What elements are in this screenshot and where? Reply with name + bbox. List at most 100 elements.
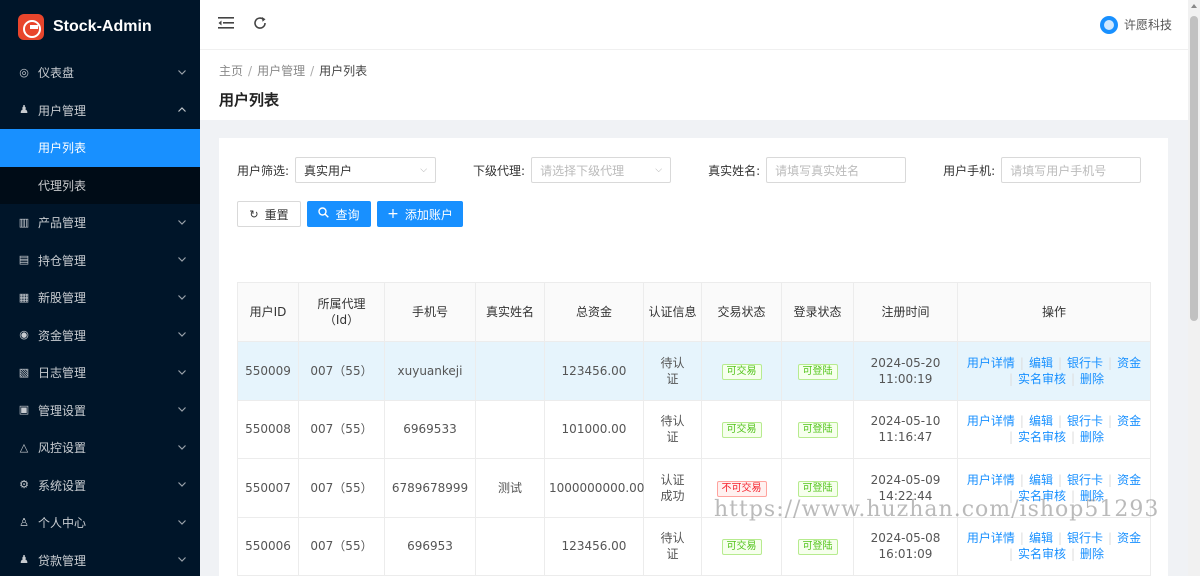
divider: | (1108, 355, 1113, 370)
table-header-row: 用户ID 所属代理（Id） 手机号 真实姓名 总资金 认证信息 交易状态 登录状态 注册时间 操作 (237, 282, 1151, 342)
bank-card-link[interactable]: 银行卡 (1067, 531, 1103, 545)
breadcrumb-user-management[interactable]: 用户管理 (257, 64, 305, 78)
delete-link[interactable]: 删除 (1080, 372, 1104, 386)
sidebar-item-2[interactable]: ▥ 产品管理 (0, 204, 200, 242)
edit-link[interactable]: 编辑 (1029, 414, 1053, 428)
divider: | (1019, 531, 1024, 546)
top-header: 许愿科技 (200, 0, 1188, 50)
user-id-cell: 550006 (237, 516, 299, 576)
column-header: 登录状态 (781, 282, 854, 342)
sidebar-item-label: 贷款管理 (38, 553, 87, 568)
breadcrumb-home[interactable]: 主页 (219, 64, 243, 78)
sidebar-item-5[interactable]: ◉ 资金管理 (0, 317, 200, 355)
page-scrollbar[interactable] (1188, 0, 1200, 576)
trade-status-badge: 可交易 (721, 422, 762, 439)
trade-status-cell: 可交易 (701, 341, 782, 401)
menu-fold-icon[interactable] (218, 15, 234, 34)
trade-status-cell: 可交易 (701, 516, 782, 576)
sidebar-item-label: 日志管理 (38, 366, 87, 381)
search-button[interactable]: 查询 (307, 201, 371, 227)
divider: | (1057, 414, 1063, 429)
sidebar-subitem-1-1[interactable]: 代理列表 (0, 166, 200, 204)
user-id-cell: 550009 (237, 341, 299, 401)
name-filter-label: 真实姓名: (708, 163, 761, 178)
user-filter-value: 真实用户 (304, 163, 353, 178)
chevron-up-icon (178, 105, 186, 115)
user-menu[interactable]: 许愿科技 (1099, 15, 1172, 34)
warning-icon: △ (19, 440, 29, 454)
real-name-cell: 测试 (475, 458, 545, 518)
sidebar-subitem-1-0[interactable]: 用户列表 (0, 129, 200, 167)
money-icon: ◉ (19, 328, 29, 342)
page-title: 用户列表 (219, 91, 280, 109)
phone-cell: 6789678999 (384, 458, 476, 518)
reset-button[interactable]: ↻ 重置 (237, 201, 301, 227)
verify-link[interactable]: 实名审核 (1018, 430, 1066, 444)
sidebar-item-label: 管理设置 (38, 403, 87, 418)
edit-link[interactable]: 编辑 (1029, 356, 1053, 370)
table-row[interactable]: 550009 007（55） xuyuankeji 123456.00 待认证 可交易 可登… (237, 341, 1151, 401)
user-id-cell: 550007 (237, 458, 299, 518)
user-detail-link[interactable]: 用户详情 (967, 473, 1015, 487)
delete-link[interactable]: 删除 (1080, 430, 1104, 444)
add-account-button[interactable]: + 添加账户 (377, 201, 463, 227)
bank-card-link[interactable]: 银行卡 (1067, 414, 1103, 428)
user-id-cell: 550008 (237, 399, 299, 459)
sidebar-item-7[interactable]: ▣ 管理设置 (0, 392, 200, 430)
divider: | (1071, 430, 1076, 445)
funds-cell: 101000.00 (544, 399, 644, 459)
sidebar-item-label: 风控设置 (38, 441, 87, 456)
funds-link[interactable]: 资金 (1117, 356, 1141, 370)
user-filter-select[interactable]: 真实用户 ⌵ (295, 157, 437, 183)
scroll-up-icon[interactable] (1191, 4, 1197, 8)
column-header: 操作 (957, 282, 1151, 342)
chevron-down-icon (178, 443, 186, 453)
sidebar-item-0[interactable]: ◎ 仪表盘 (0, 54, 200, 92)
edit-link[interactable]: 编辑 (1029, 531, 1053, 545)
sidebar-item-label: 仪表盘 (38, 66, 75, 81)
table-row[interactable]: 550008 007（55） 6969533 101000.00 待认证 可交易 可登陆 20… (237, 399, 1151, 459)
real-name-cell (475, 341, 545, 401)
user-detail-link[interactable]: 用户详情 (967, 414, 1015, 428)
agent-filter-select[interactable]: 请选择下级代理 ⌵ (531, 157, 672, 183)
divider: | (1008, 371, 1013, 386)
sidebar-item-9[interactable]: ⚙ 系统设置 (0, 467, 200, 505)
name-filter-input[interactable]: 请填写真实姓名 (766, 157, 907, 183)
sidebar-item-1[interactable]: ♟ 用户管理 (0, 92, 200, 130)
auth-status: 待认证 (660, 531, 685, 562)
edit-link[interactable]: 编辑 (1029, 473, 1053, 487)
sidebar-item-6[interactable]: ▧ 日志管理 (0, 354, 200, 392)
scrollbar-thumb[interactable] (1190, 16, 1198, 321)
funds-link[interactable]: 资金 (1117, 473, 1141, 487)
refresh-icon[interactable] (252, 15, 268, 34)
delete-link[interactable]: 删除 (1080, 547, 1104, 561)
divider: | (1057, 472, 1063, 487)
phone-cell: 6969533 (384, 399, 476, 459)
user-detail-link[interactable]: 用户详情 (967, 356, 1015, 370)
sidebar-item-11[interactable]: ♟ 贷款管理 (0, 542, 200, 576)
funds-link[interactable]: 资金 (1117, 531, 1141, 545)
register-time: 11:00:19 (878, 371, 933, 386)
auth-cell: 认证成功 (643, 458, 702, 518)
dashboard-icon: ◎ (19, 65, 29, 79)
sidebar-item-8[interactable]: △ 风控设置 (0, 429, 200, 467)
agent-filter-placeholder: 请选择下级代理 (540, 163, 625, 178)
user-detail-link[interactable]: 用户详情 (967, 531, 1015, 545)
funds-cell: 123456.00 (544, 516, 644, 576)
bank-card-link[interactable]: 银行卡 (1067, 356, 1103, 370)
logo[interactable]: Stock-Admin (0, 0, 200, 54)
ipo-icon: ▦ (18, 290, 30, 304)
table-row[interactable]: 550006 007（55） 696953 123456.00 待认证 可交易 可登陆 202… (237, 516, 1151, 576)
sidebar-item-3[interactable]: ▤ 持仓管理 (0, 242, 200, 280)
sidebar-item-4[interactable]: ▦ 新股管理 (0, 279, 200, 317)
chevron-down-icon (178, 368, 186, 378)
sidebar-item-label: 资金管理 (38, 328, 87, 343)
verify-link[interactable]: 实名审核 (1018, 372, 1066, 386)
verify-link[interactable]: 实名审核 (1018, 547, 1066, 561)
bank-card-link[interactable]: 银行卡 (1067, 473, 1103, 487)
sidebar-item-10[interactable]: ♙ 个人中心 (0, 504, 200, 542)
position-icon: ▤ (18, 253, 30, 267)
phone-filter-input[interactable]: 请填写用户手机号 (1001, 157, 1142, 183)
sidebar-item-label: 产品管理 (38, 216, 87, 231)
funds-link[interactable]: 资金 (1117, 414, 1141, 428)
